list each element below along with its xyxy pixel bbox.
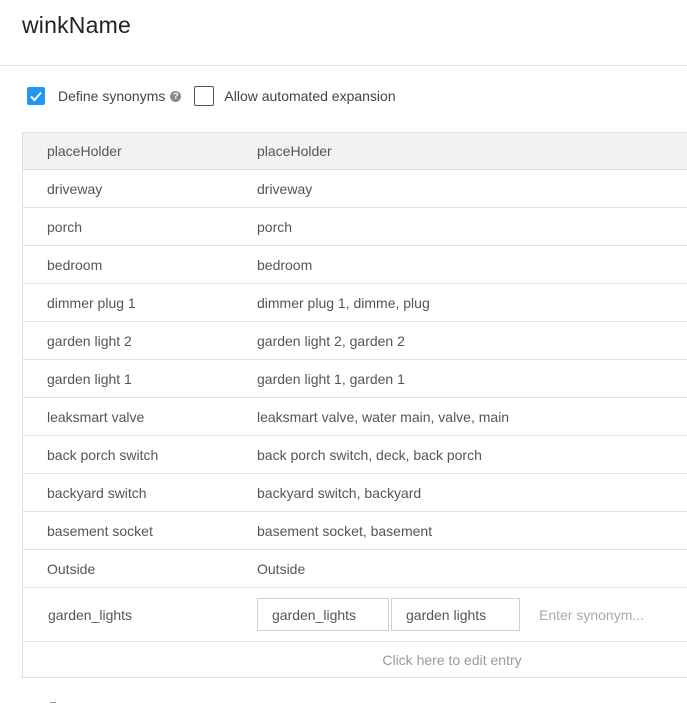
click-to-edit-link[interactable]: Click here to edit entry [23,641,687,677]
table-row[interactable]: dimmer plug 1 dimmer plug 1, dimme, plug [23,283,687,321]
reference-value: backyard switch [47,484,147,501]
reference-value: Outside [47,560,96,577]
automated-expansion-label[interactable]: Allow automated expansion [224,88,395,104]
automated-expansion-checkbox[interactable] [194,86,215,106]
synonym-chips: garden_lights garden lights [257,598,687,631]
table-row[interactable]: back porch switch back porch switch, dec… [23,435,687,473]
reference-value: garden light 1 [47,370,132,387]
define-synonyms-label[interactable]: Define synonyms [58,88,165,104]
synonyms-value: Outside [257,560,306,577]
question-circle-icon[interactable]: ? [170,90,182,102]
table-row[interactable]: placeHolder placeHolder [23,133,687,169]
table-row[interactable]: garden light 1 garden light 1, garden 1 [23,359,687,397]
reference-value: back porch switch [47,446,159,463]
reference-value: garden light 2 [47,332,132,349]
table-row[interactable]: basement socket basement socket, basemen… [23,511,687,549]
define-synonyms-checkbox[interactable] [27,87,45,105]
entity-title[interactable]: winkName [22,12,131,39]
editing-reference-value[interactable]: garden_lights [23,607,257,623]
table-row[interactable]: leaksmart valve leaksmart valve, water m… [23,397,687,435]
synonyms-value: driveway [257,180,313,197]
table-row[interactable]: garden light 2 garden light 2, garden 2 [23,321,687,359]
synonyms-value: back porch switch, deck, back porch [257,446,482,463]
reference-value: basement socket [47,522,153,539]
reference-value: bedroom [47,256,103,273]
entries-table: placeHolder placeHolder driveway drivewa… [22,132,687,678]
table-row[interactable]: porch porch [23,207,687,245]
divider [0,65,687,66]
synonyms-value: dimmer plug 1, dimme, plug [257,294,430,311]
reference-value: driveway [47,180,103,197]
synonyms-value: bedroom [257,256,313,273]
synonyms-value: porch [257,218,293,235]
synonyms-value: garden light 1, garden 1 [257,370,405,387]
reference-value: leaksmart valve [47,408,145,425]
synonym-chip[interactable]: garden_lights [257,598,389,631]
reference-value: placeHolder [47,143,122,159]
table-row[interactable]: Outside Outside [23,549,687,587]
synonyms-value: placeHolder [257,143,332,159]
reference-value: dimmer plug 1 [47,294,136,311]
synonyms-value: basement socket, basement [257,522,433,539]
synonyms-value: garden light 2, garden 2 [257,332,405,349]
editing-row: garden_lights garden_lights garden light… [23,587,687,641]
synonyms-value: leaksmart valve, water main, valve, main [257,408,510,425]
table-row[interactable]: backyard switch backyard switch, backyar… [23,473,687,511]
synonyms-value: backyard switch, backyard [257,484,422,501]
reference-value: porch [47,218,83,235]
synonym-chip[interactable]: garden lights [391,598,520,631]
synonym-input[interactable] [537,605,661,624]
check-icon [30,91,42,102]
entity-options: Define synonyms ? Allow automated expans… [27,85,396,107]
table-row[interactable]: driveway driveway [23,169,687,207]
table-row[interactable]: bedroom bedroom [23,245,687,283]
